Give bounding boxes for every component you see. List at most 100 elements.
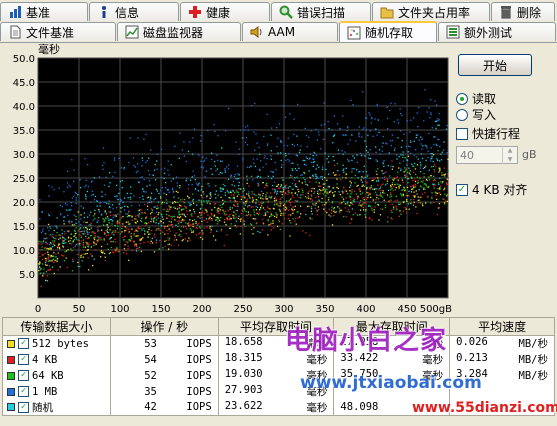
- data-point: [67, 231, 69, 233]
- data-point: [324, 152, 326, 154]
- series-checkbox[interactable]: ✓: [18, 386, 29, 397]
- data-point: [85, 235, 87, 237]
- data-point: [419, 161, 421, 164]
- data-point: [248, 191, 250, 193]
- tab-folder-usage[interactable]: 文件夹占用率: [372, 2, 490, 21]
- tab-aam[interactable]: AAM: [242, 22, 338, 41]
- data-point: [164, 227, 166, 229]
- series-checkbox[interactable]: ✓: [18, 338, 29, 350]
- data-point: [143, 191, 145, 193]
- data-point: [167, 210, 170, 213]
- tab-label: 健康: [206, 5, 231, 20]
- series-checkbox[interactable]: ✓: [18, 354, 29, 365]
- data-point: [165, 199, 167, 201]
- data-point: [403, 187, 405, 189]
- series-color-swatch: [7, 371, 15, 380]
- short-stroke-option[interactable]: 快捷行程: [456, 125, 520, 142]
- data-point: [386, 117, 389, 119]
- align-checkbox[interactable]: ✓: [456, 183, 468, 196]
- data-point: [143, 242, 145, 244]
- read-option[interactable]: 读取: [456, 90, 496, 107]
- series-checkbox[interactable]: ✓: [18, 401, 29, 413]
- data-point: [99, 205, 101, 207]
- data-point: [188, 237, 190, 239]
- align-option[interactable]: ✓ 4 KB 对齐: [456, 181, 527, 198]
- start-button[interactable]: 开始: [458, 54, 532, 76]
- data-point: [361, 154, 363, 157]
- tab-file-benchmark[interactable]: 文件基准: [0, 22, 116, 41]
- data-point: [159, 232, 162, 234]
- data-point: [261, 204, 263, 207]
- data-point: [412, 179, 414, 182]
- data-point: [178, 206, 181, 209]
- spin-up-icon[interactable]: ▲: [503, 146, 517, 155]
- data-point: [401, 114, 403, 117]
- data-point: [401, 179, 403, 181]
- data-point: [250, 105, 253, 107]
- data-point: [197, 184, 199, 186]
- tab-random-access[interactable]: 随机存取: [339, 21, 437, 42]
- tab-info[interactable]: 信息: [89, 2, 179, 21]
- data-point: [46, 264, 48, 266]
- data-point: [210, 196, 212, 198]
- data-point: [297, 188, 299, 191]
- series-name: 随机: [32, 401, 53, 414]
- stroke-size-value: 40: [460, 148, 474, 162]
- data-point: [391, 211, 393, 213]
- data-point: [126, 253, 128, 255]
- series-color-swatch: [7, 387, 15, 396]
- data-point: [229, 208, 231, 210]
- write-option[interactable]: 写入: [456, 106, 496, 123]
- data-point: [321, 178, 324, 181]
- read-radio[interactable]: [456, 92, 468, 105]
- data-point: [291, 182, 294, 185]
- data-point: [331, 224, 334, 226]
- data-point: [363, 202, 365, 204]
- data-point: [327, 186, 329, 188]
- tab-extra-tests[interactable]: 额外测试: [438, 22, 556, 41]
- series-color-swatch: [7, 355, 15, 364]
- series-checkbox[interactable]: ✓: [18, 370, 29, 381]
- data-point: [167, 208, 169, 210]
- tab-error-scan[interactable]: 错误扫描: [271, 2, 371, 21]
- tab-health[interactable]: 健康: [180, 2, 270, 21]
- series-name: 1 MB: [32, 385, 58, 398]
- data-point: [182, 198, 184, 200]
- data-point: [398, 187, 400, 189]
- data-point: [207, 218, 209, 220]
- data-point: [83, 212, 85, 214]
- tab-erase[interactable]: 删除: [491, 2, 555, 21]
- data-point: [381, 184, 383, 186]
- data-point: [432, 154, 435, 156]
- data-point: [274, 215, 276, 218]
- data-point: [195, 189, 197, 191]
- data-point: [427, 186, 429, 188]
- data-point: [131, 228, 133, 230]
- data-point: [390, 189, 392, 191]
- data-point: [274, 192, 276, 194]
- data-point: [417, 125, 419, 128]
- data-point: [339, 209, 341, 211]
- write-radio[interactable]: [456, 108, 468, 121]
- short-stroke-checkbox[interactable]: [456, 127, 468, 140]
- spin-down-icon[interactable]: ▼: [503, 155, 517, 164]
- data-point: [218, 173, 220, 175]
- data-point: [267, 211, 269, 213]
- stroke-size-spinner[interactable]: ▲ ▼: [502, 146, 517, 164]
- data-point: [68, 220, 71, 222]
- data-point: [262, 166, 264, 169]
- data-point: [270, 158, 272, 160]
- data-point: [52, 258, 54, 260]
- data-point: [406, 164, 408, 166]
- data-point: [291, 143, 294, 146]
- data-point: [327, 173, 330, 175]
- tab-benchmark[interactable]: 基准: [0, 2, 88, 21]
- data-point: [129, 196, 132, 198]
- tab-disk-monitor[interactable]: 磁盘监视器: [117, 22, 241, 41]
- data-point: [276, 127, 278, 129]
- data-point: [402, 210, 404, 212]
- data-point: [130, 192, 132, 195]
- x-tick-label: 0: [35, 304, 41, 315]
- data-point: [441, 182, 443, 184]
- data-point: [322, 166, 324, 168]
